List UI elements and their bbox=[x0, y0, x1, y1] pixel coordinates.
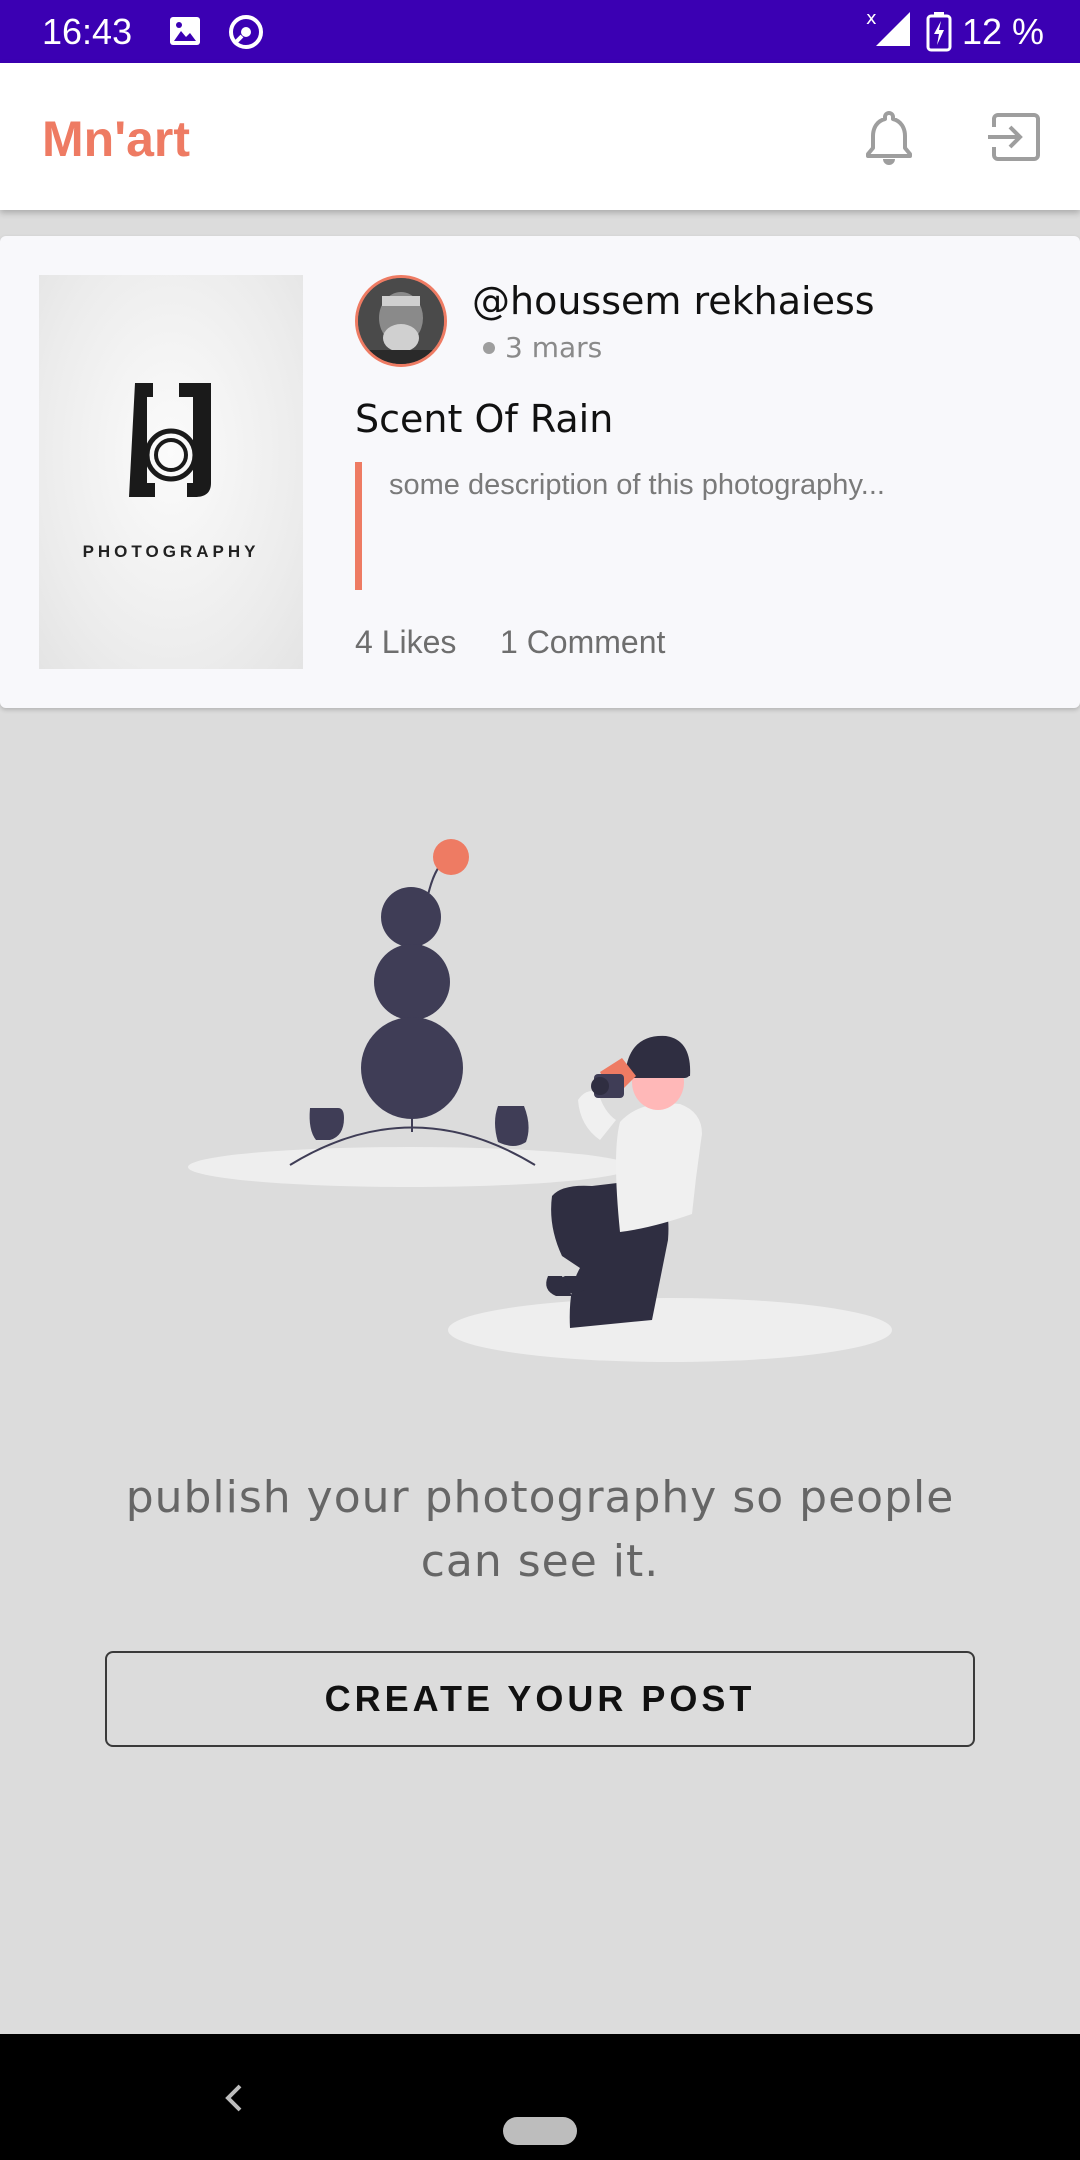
post-title: Scent Of Rain bbox=[355, 397, 614, 441]
signal-icon: x bbox=[864, 8, 914, 53]
photographer-illustration bbox=[188, 839, 892, 1362]
home-pill-icon[interactable] bbox=[503, 2117, 577, 2145]
create-post-button[interactable]: CREATE YOUR POST bbox=[105, 1651, 975, 1747]
thumbnail-caption: PHOTOGRAPHY bbox=[83, 542, 260, 561]
camera-logo-icon bbox=[129, 383, 211, 497]
post-date: 3 mars bbox=[505, 331, 603, 364]
post-card[interactable]: PHOTOGRAPHY @houssem rekhaiess 3 mars Sc… bbox=[0, 236, 1080, 708]
app-bar: Mn'art bbox=[0, 63, 1080, 210]
date-dot bbox=[483, 342, 495, 354]
avatar[interactable] bbox=[355, 275, 447, 367]
status-time: 16:43 bbox=[42, 11, 133, 52]
sync-notification-icon bbox=[228, 14, 264, 55]
post-username[interactable]: @houssem rekhaiess bbox=[472, 278, 875, 324]
screen: 16:43 x 12 % Mn'art PHOTOGRAPHY @houssem… bbox=[0, 0, 1080, 2160]
battery-icon bbox=[926, 12, 952, 57]
app-title: Mn'art bbox=[42, 111, 190, 167]
logout-icon[interactable] bbox=[984, 105, 1048, 169]
system-nav-bar bbox=[0, 2034, 1080, 2160]
image-notification-icon bbox=[168, 14, 202, 53]
battery-percentage: 12 % bbox=[962, 11, 1045, 52]
post-thumbnail[interactable]: PHOTOGRAPHY bbox=[39, 275, 303, 669]
status-bar: 16:43 x 12 % bbox=[0, 0, 1080, 63]
post-likes[interactable]: 4 Likes bbox=[355, 622, 456, 662]
bell-icon[interactable] bbox=[857, 105, 921, 169]
back-icon[interactable] bbox=[216, 2078, 252, 2118]
empty-state-message: publish your photography so people can s… bbox=[125, 1472, 955, 1587]
svg-text:x: x bbox=[866, 8, 877, 29]
post-description: some description of this photography... bbox=[389, 469, 885, 501]
post-comments[interactable]: 1 Comment bbox=[500, 622, 665, 662]
description-accent-bar bbox=[355, 462, 362, 590]
